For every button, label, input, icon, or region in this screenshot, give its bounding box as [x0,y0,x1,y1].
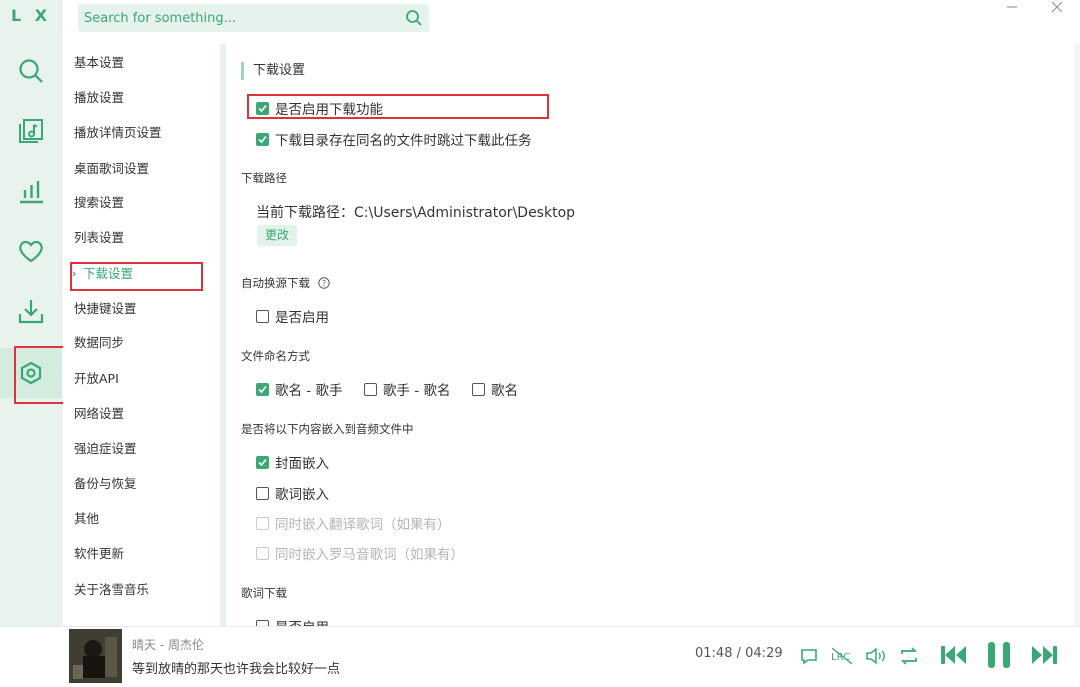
nav-rail: L X [0,0,68,626]
auto-source-label-text: 自动换源下载 [241,276,310,290]
menu-item[interactable]: 备份与恢复 [74,473,214,495]
checkbox-box [256,516,269,530]
checkbox-label: 歌手 - 歌名 [383,383,451,399]
checkbox-label: 歌名 [491,383,518,399]
menu-item[interactable]: 网络设置 [74,403,214,425]
checkbox-box [256,382,269,396]
leaderboard-icon [20,181,43,204]
volume-icon[interactable] [864,645,888,667]
naming-label: 文件命名方式 [241,349,310,363]
nav-settings[interactable] [0,346,68,404]
app-logo: L X [10,6,52,25]
lyric-download-checkbox[interactable]: 是否启用 [256,616,329,626]
change-path-button[interactable]: 更改 [257,225,297,246]
music-list-icon [19,119,43,143]
embed-romaji-checkbox: 同时嵌入罗马音歌词（如果有） [256,543,464,563]
checkbox-label: 同时嵌入罗马音歌词（如果有） [275,547,464,563]
app-window: L X Search for something... 基本设置 播放设置 播放… [0,0,1080,687]
nav-favorites[interactable] [0,226,62,276]
embed-cover-checkbox[interactable]: 封面嵌入 [256,452,329,472]
nav-leaderboard[interactable] [0,166,62,216]
checkbox-label: 是否启用 [275,310,329,326]
menu-item[interactable]: 软件更新 [74,543,214,565]
menu-item[interactable]: 列表设置 [74,227,214,249]
checkbox-label: 歌名 - 歌手 [275,383,343,399]
section-title: 下载设置 [241,62,305,80]
current-path-text: 当前下载路径：C:\Users\Administrator\Desktop [256,205,576,221]
checkbox-box [256,455,269,469]
current-time: 01:48 [695,646,733,661]
total-time: 04:29 [745,646,783,661]
nav-music-list[interactable] [0,106,62,156]
menu-item[interactable]: 数据同步 [74,332,214,354]
checkbox-label: 同时嵌入翻译歌词（如果有） [275,517,451,533]
auto-source-checkbox[interactable]: 是否启用 [256,306,329,326]
naming-option-song[interactable]: 歌名 [472,379,518,399]
player-bar: 晴天 - 周杰伦 等到放晴的那天也许我会比较好一点 01:48 / 04:29 … [0,626,1080,687]
menu-item[interactable]: 其他 [74,508,214,530]
checkbox-box [256,486,269,500]
current-lyric: 等到放晴的那天也许我会比较好一点 [132,662,341,677]
menu-item[interactable]: 基本设置 [74,52,214,74]
search-icon[interactable] [405,9,423,27]
menu-item[interactable]: 开放API [74,368,214,390]
embed-label: 是否将以下内容嵌入到音频文件中 [241,422,414,436]
skip-existing-checkbox[interactable]: 下载目录存在同名的文件时跳过下载此任务 [256,129,532,149]
song-title: 晴天 - 周杰伦 [132,638,204,652]
download-icon [18,300,44,324]
lyric-icon[interactable]: LRC [830,645,854,667]
nav-search[interactable] [0,46,62,96]
top-bar [63,0,1080,44]
svg-text:?: ? [322,279,326,288]
menu-item[interactable]: 关于洛雪音乐 [74,579,214,601]
menu-item[interactable]: 搜索设置 [74,192,214,214]
checkbox-box [364,382,377,396]
menu-item[interactable]: 播放详情页设置 [74,122,214,144]
download-path-label: 下载路径 [241,171,287,185]
pause-icon[interactable] [984,639,1014,671]
checkbox-box [256,309,269,323]
menu-item[interactable]: 桌面歌词设置 [74,158,214,180]
checkbox-label: 封面嵌入 [275,456,329,472]
naming-option-song-singer[interactable]: 歌名 - 歌手 [256,379,342,399]
settings-content: 下载设置 是否启用下载功能 下载目录存在同名的文件时跳过下载此任务 下载路径 当… [226,44,1080,626]
time-separator: / [736,646,741,661]
enable-download-checkbox[interactable]: 是否启用下载功能 [256,98,383,118]
svg-text:LRC: LRC [831,652,850,663]
help-icon[interactable]: ? [317,277,330,289]
auto-source-label: 自动换源下载 ? [241,275,330,291]
embed-translation-checkbox: 同时嵌入翻译歌词（如果有） [256,513,451,533]
next-icon[interactable] [1028,641,1060,669]
content-scrollbar[interactable] [1074,44,1080,626]
minimize-icon[interactable] [1003,0,1021,14]
highlight-frame [70,262,203,291]
search-icon [19,59,43,83]
lyric-download-label: 歌词下载 [241,586,287,600]
comment-icon[interactable] [798,645,820,667]
checkbox-label: 下载目录存在同名的文件时跳过下载此任务 [275,133,532,149]
repeat-icon[interactable] [898,645,920,667]
checkbox-label: 是否启用 [275,616,329,626]
time-display: 01:48 / 04:29 [695,646,783,661]
menu-item[interactable]: 播放设置 [74,87,214,109]
settings-icon [20,361,42,385]
settings-menu: 基本设置 播放设置 播放详情页设置 桌面歌词设置 搜索设置 列表设置 › 下载设… [63,44,221,626]
naming-option-singer-song[interactable]: 歌手 - 歌名 [364,379,450,399]
previous-icon[interactable] [938,641,970,669]
album-cover[interactable] [69,629,122,683]
checkbox-box [256,101,269,115]
favorites-icon [19,240,43,263]
checkbox-label: 歌词嵌入 [275,487,329,503]
close-icon[interactable] [1048,0,1066,14]
checkbox-box [472,382,485,396]
menu-item[interactable]: 快捷键设置 [74,298,214,320]
embed-lyric-checkbox[interactable]: 歌词嵌入 [256,483,329,503]
checkbox-box [256,546,269,560]
menu-item[interactable]: 强迫症设置 [74,438,214,460]
checkbox-label: 是否启用下载功能 [275,102,383,118]
nav-download[interactable] [0,286,62,336]
checkbox-box [256,132,269,146]
search-input[interactable] [78,4,398,32]
search-box [78,4,429,32]
